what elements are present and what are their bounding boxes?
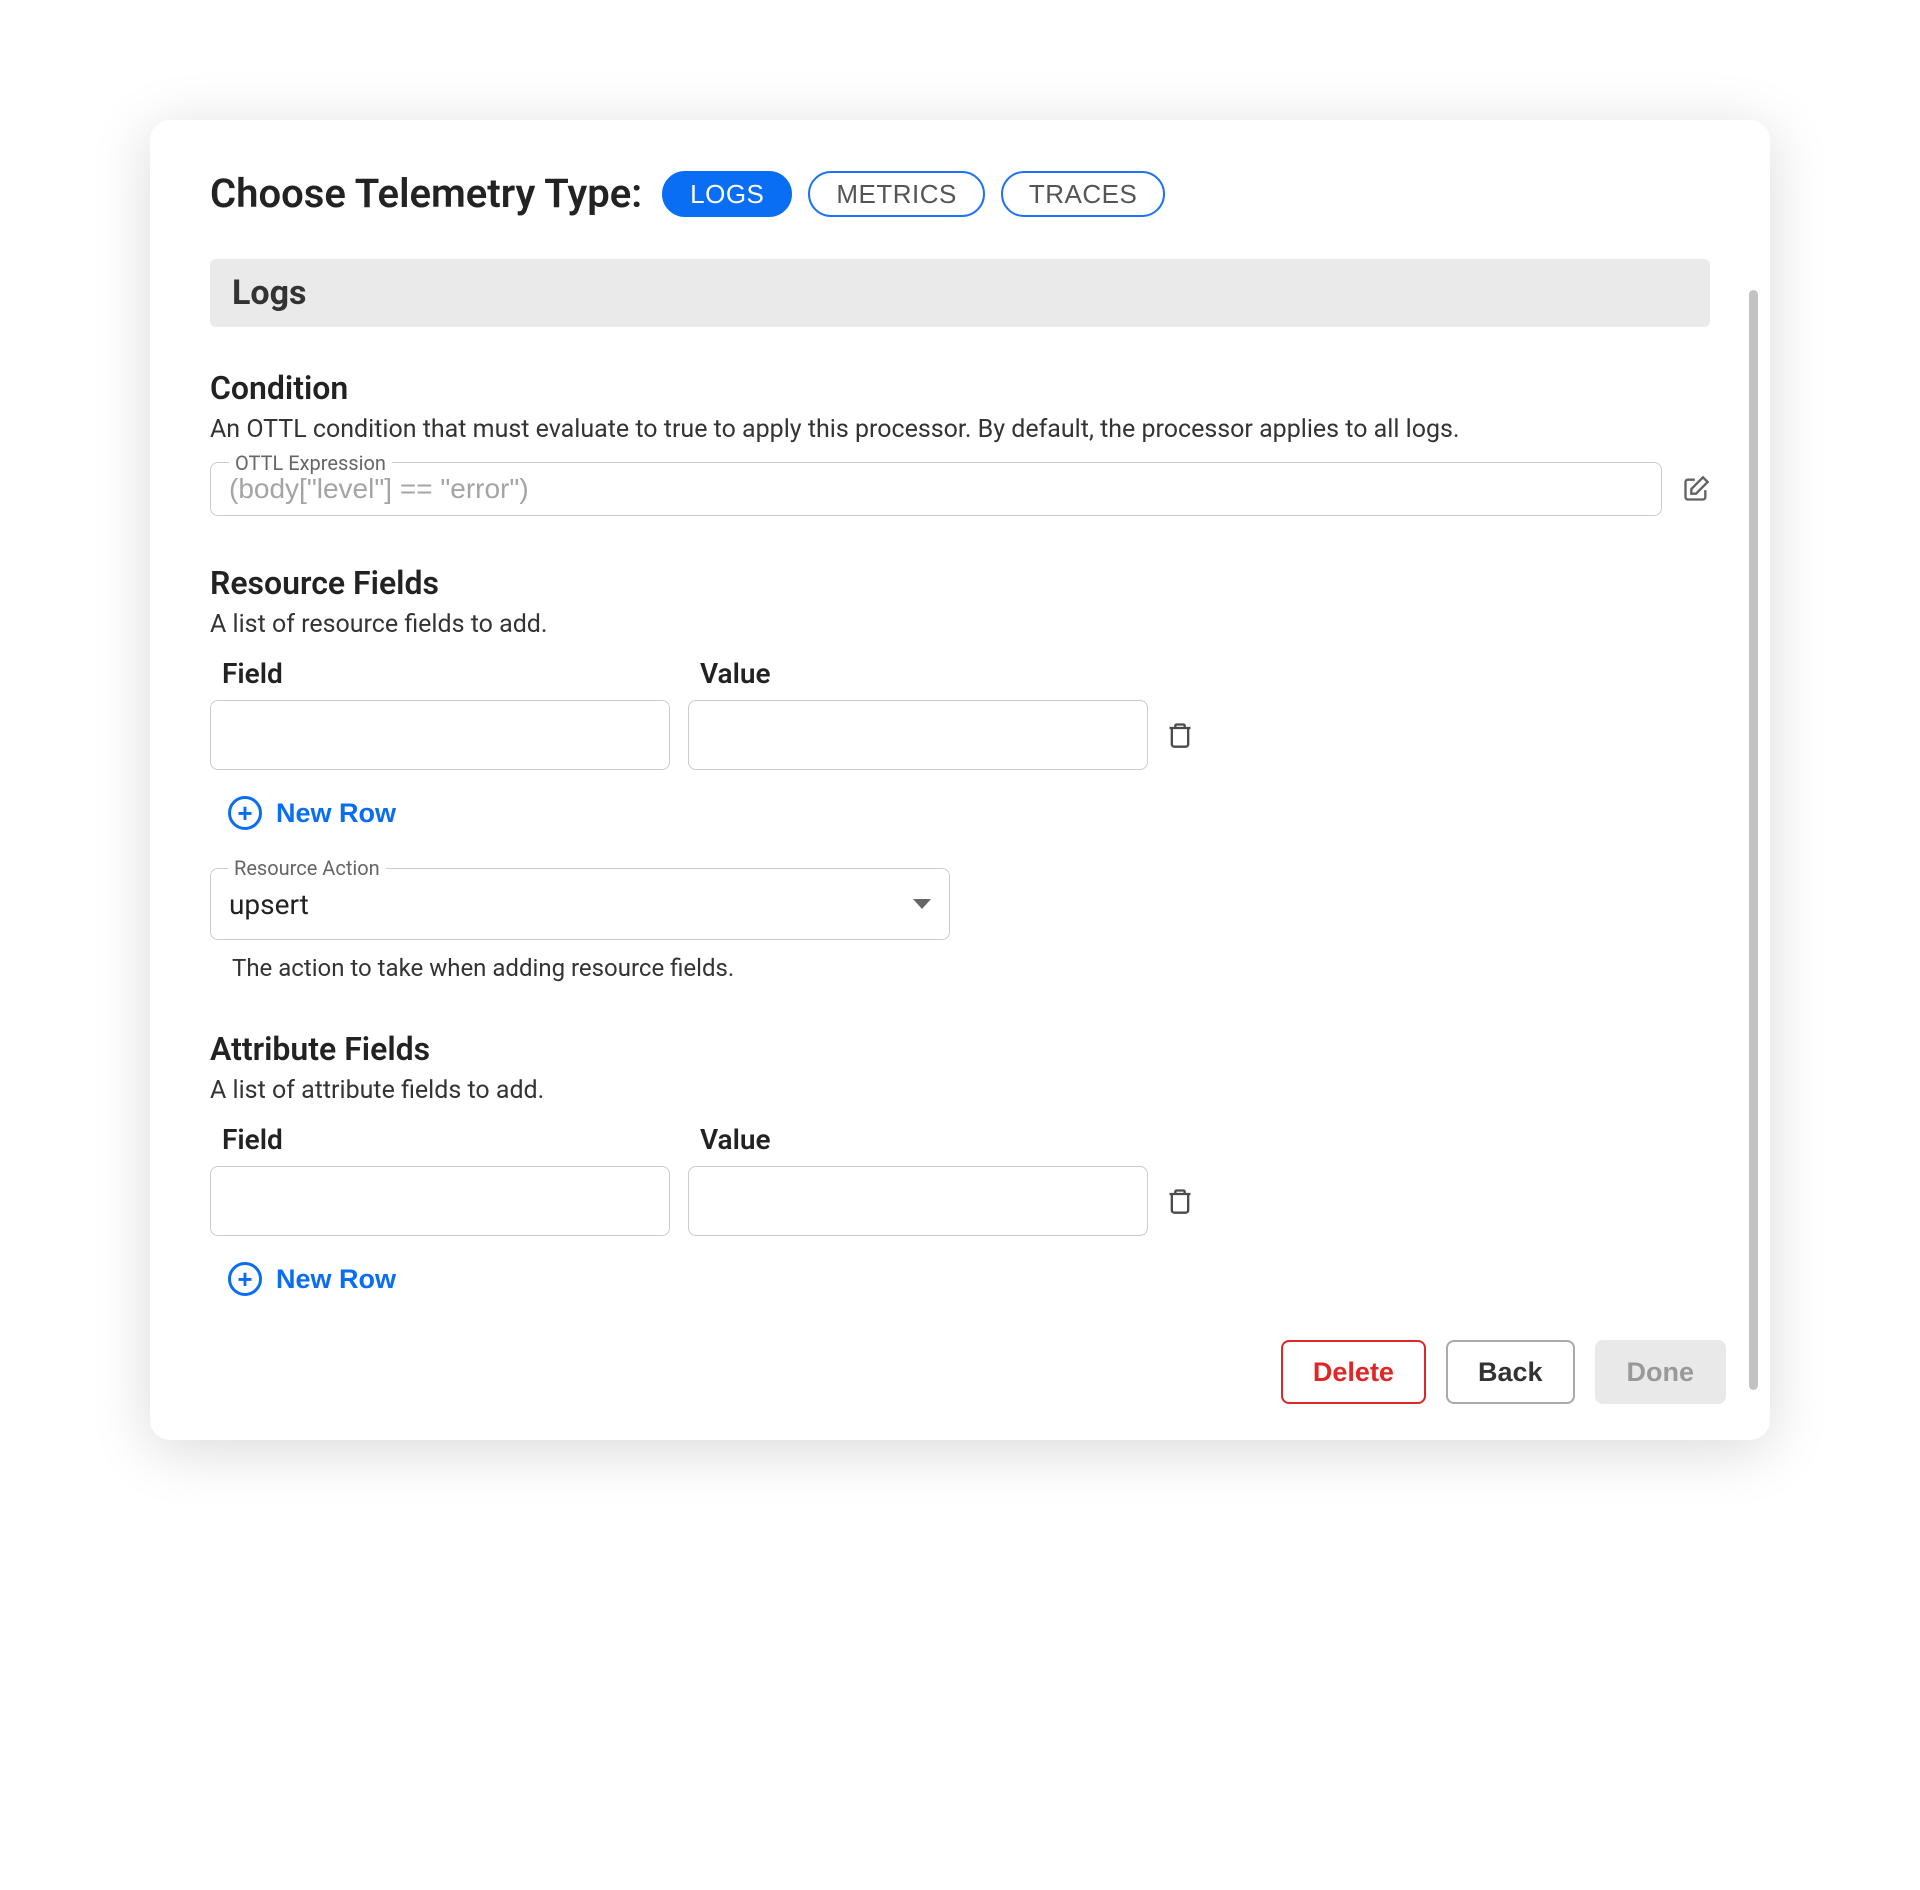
ottl-expression-field[interactable]: OTTL Expression	[210, 462, 1662, 516]
attribute-header-field: Field	[222, 1123, 682, 1156]
chevron-down-icon	[913, 899, 931, 909]
attribute-row	[210, 1166, 1710, 1236]
resource-new-row-button[interactable]: + New Row	[210, 792, 396, 834]
resource-fields-section: Resource Fields A list of resource field…	[210, 564, 1710, 982]
attribute-field-input[interactable]	[210, 1166, 670, 1236]
plus-icon: +	[228, 796, 262, 830]
section-heading-logs: Logs	[210, 259, 1710, 327]
attribute-new-row-label: New Row	[276, 1264, 396, 1295]
telemetry-type-pills: LOGS METRICS TRACES	[662, 171, 1165, 217]
attribute-new-row-button[interactable]: + New Row	[210, 1258, 396, 1300]
trash-icon[interactable]	[1166, 720, 1194, 750]
processor-config-dialog: Choose Telemetry Type: LOGS METRICS TRAC…	[150, 120, 1770, 1440]
dialog-footer: Delete Back Done	[210, 1340, 1746, 1404]
resource-action-legend: Resource Action	[228, 856, 386, 880]
resource-header-field: Field	[222, 657, 682, 690]
resource-fields-title: Resource Fields	[210, 564, 1710, 602]
condition-title: Condition	[210, 369, 1710, 407]
condition-section: Condition An OTTL condition that must ev…	[210, 369, 1710, 516]
resource-field-input[interactable]	[210, 700, 670, 770]
resource-action-field: Resource Action upsert	[210, 868, 950, 940]
attribute-fields-description: A list of attribute fields to add.	[210, 1076, 1710, 1105]
back-button[interactable]: Back	[1446, 1340, 1575, 1404]
ottl-expression-legend: OTTL Expression	[229, 451, 392, 475]
done-button: Done	[1595, 1340, 1727, 1404]
scrollbar-thumb[interactable]	[1749, 290, 1758, 1390]
resource-header-value: Value	[700, 657, 1160, 690]
attribute-header-value: Value	[700, 1123, 1160, 1156]
pill-logs[interactable]: LOGS	[662, 171, 792, 217]
attribute-row-headers: Field Value	[210, 1123, 1710, 1156]
trash-icon[interactable]	[1166, 1186, 1194, 1216]
pill-traces[interactable]: TRACES	[1001, 171, 1165, 217]
resource-value-input[interactable]	[688, 700, 1148, 770]
attribute-value-input[interactable]	[688, 1166, 1148, 1236]
plus-icon: +	[228, 1262, 262, 1296]
telemetry-type-header: Choose Telemetry Type: LOGS METRICS TRAC…	[210, 170, 1710, 217]
edit-icon[interactable]	[1682, 475, 1710, 503]
attribute-fields-section: Attribute Fields A list of attribute fie…	[210, 1030, 1710, 1300]
resource-new-row-label: New Row	[276, 798, 396, 829]
dialog-content: Choose Telemetry Type: LOGS METRICS TRAC…	[210, 170, 1746, 1310]
ottl-expression-input[interactable]	[229, 473, 1643, 505]
resource-action-value: upsert	[229, 888, 309, 921]
condition-description: An OTTL condition that must evaluate to …	[210, 415, 1710, 444]
pill-metrics[interactable]: METRICS	[808, 171, 985, 217]
attribute-fields-title: Attribute Fields	[210, 1030, 1710, 1068]
telemetry-type-title: Choose Telemetry Type:	[210, 170, 642, 217]
delete-button[interactable]: Delete	[1281, 1340, 1426, 1404]
resource-fields-description: A list of resource fields to add.	[210, 610, 1710, 639]
resource-action-helper: The action to take when adding resource …	[232, 954, 1710, 982]
resource-row	[210, 700, 1710, 770]
resource-row-headers: Field Value	[210, 657, 1710, 690]
